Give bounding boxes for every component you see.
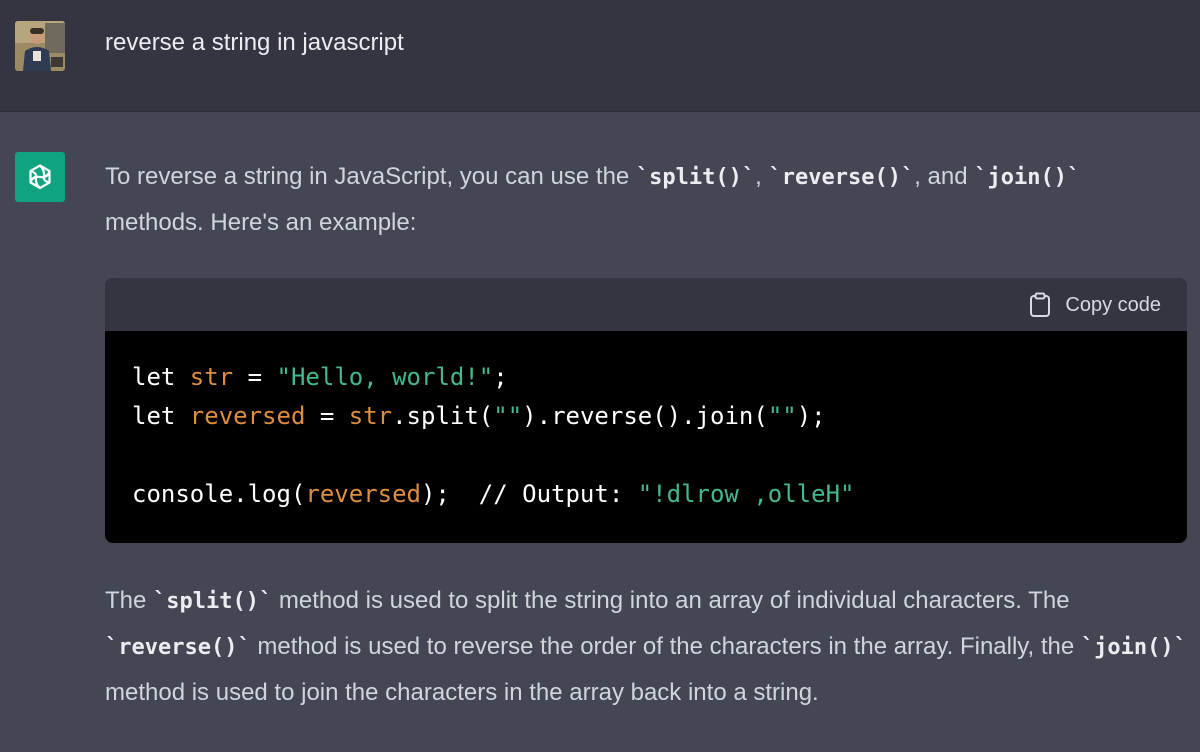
clipboard-icon xyxy=(1030,292,1051,317)
text-segment: To reverse a string in JavaScript, you c… xyxy=(105,163,636,190)
text-segment: method is used to join the characters in… xyxy=(105,679,819,706)
text-segment: method is used to split the string into … xyxy=(272,587,1070,614)
inline-code: `join()` xyxy=(1080,635,1187,660)
text-segment: The xyxy=(105,587,154,614)
text-segment: methods. Here's an example: xyxy=(105,209,417,236)
openai-logo-icon xyxy=(29,164,51,190)
code-block: Copy code let str = "Hello, world!"; let … xyxy=(105,278,1187,543)
assistant-paragraph-explanation: The `split()` method is used to split th… xyxy=(105,578,1195,715)
inline-code: `reverse()` xyxy=(105,635,251,660)
user-message-text: reverse a string in javascript xyxy=(105,29,404,56)
code-line-2: let reversed = str.split("").reverse().j… xyxy=(132,402,826,430)
user-message-row: reverse a string in javascript xyxy=(0,0,1200,112)
code-content: let str = "Hello, world!"; let reversed =… xyxy=(105,331,1187,514)
text-segment: , xyxy=(755,163,769,190)
text-segment: , and xyxy=(914,163,975,190)
inline-code: `reverse()` xyxy=(768,165,915,190)
assistant-avatar xyxy=(15,152,65,202)
copy-code-button[interactable]: Copy code xyxy=(1029,291,1161,319)
inline-code: `join()` xyxy=(974,165,1081,190)
text-segment: method is used to reverse the order of t… xyxy=(250,633,1081,660)
user-photo-icon xyxy=(15,21,65,71)
inline-code: `split()` xyxy=(153,589,273,614)
code-line-1: let str = "Hello, world!"; xyxy=(132,363,508,391)
code-block-header: Copy code xyxy=(105,278,1187,331)
copy-code-label: Copy code xyxy=(1065,293,1161,316)
assistant-message-row: To reverse a string in JavaScript, you c… xyxy=(0,112,1200,752)
inline-code: `split()` xyxy=(635,165,756,190)
code-line-4: console.log(reversed); // Output: "!dlro… xyxy=(132,480,855,508)
user-avatar xyxy=(15,21,65,71)
assistant-paragraph-intro: To reverse a string in JavaScript, you c… xyxy=(105,154,1195,245)
